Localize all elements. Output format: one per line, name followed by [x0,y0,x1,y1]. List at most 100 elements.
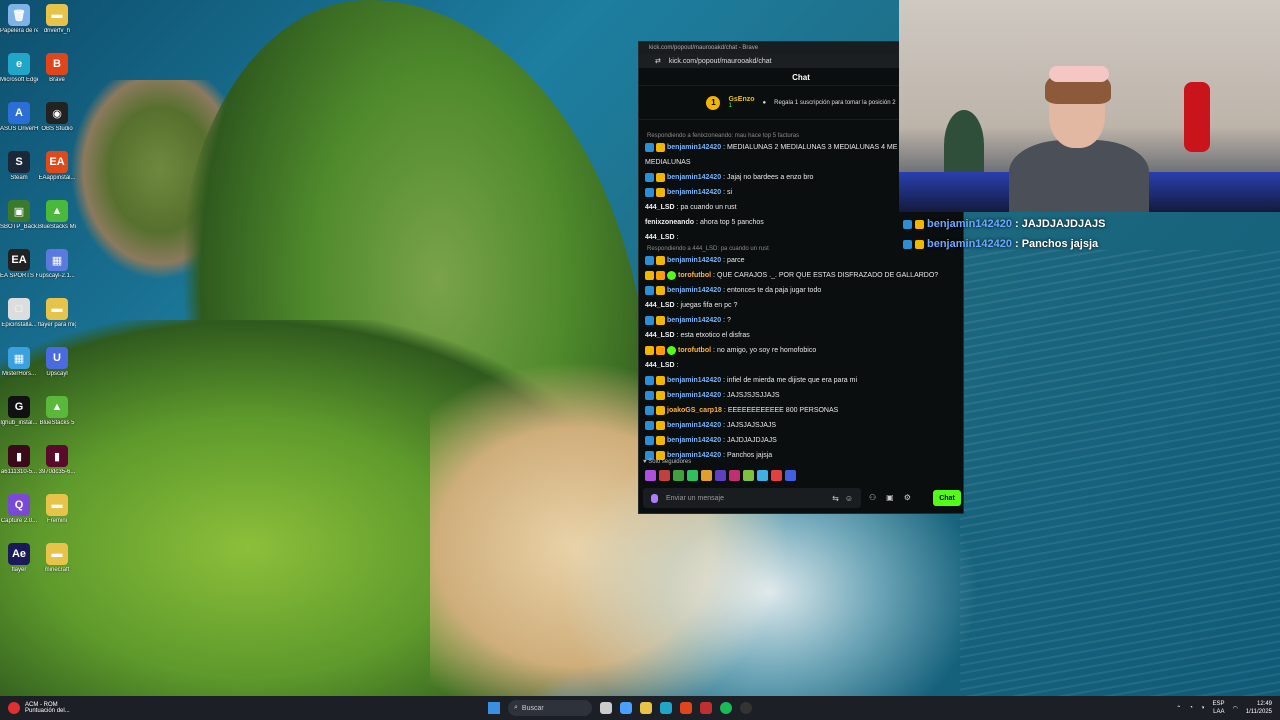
taskbar-search[interactable]: ⌕ Buscar [508,700,592,716]
desktop-icon[interactable]: ▬ Fremini [38,494,76,525]
desktop-icon[interactable]: e Microsoft Edge [0,53,38,84]
desktop-icon[interactable]: EA EA SPORTS FC 25 [0,249,38,280]
chat-username[interactable]: benjamin142420 [667,388,721,403]
desktop-icon[interactable]: ▮ a6111310-5... [0,445,38,476]
url-text[interactable]: kick.com/popout/maurooakd/chat [669,58,772,65]
chat-username[interactable]: 444_LSD [645,328,675,343]
desktop-icon[interactable]: S Steam [0,151,38,182]
send-chat-button[interactable]: Chat [933,490,961,506]
chat-message[interactable]: benjamin142420: parce [645,253,957,268]
wifi-icon[interactable]: ◠ [1233,705,1238,712]
desktop-icon[interactable]: Glghub_instal... [0,396,38,427]
chat-username[interactable]: torofutbol [678,268,711,283]
chat-message[interactable]: 444_LSD: esta etxotico el disfras [645,328,957,343]
chat-username[interactable]: benjamin142420 [667,185,721,200]
now-playing-widget[interactable]: ACM - ROM Puntuación del... [0,702,200,714]
site-info-icon[interactable]: ⇄ [655,57,661,65]
chat-message-input[interactable]: Enviar un mensaje ⇆ ☺ [643,488,861,508]
emote[interactable] [743,470,754,481]
chat-message[interactable]: torofutbol: no amigo, yo soy re homofobic… [645,343,957,358]
desktop-icon[interactable]: ◉ OBS Studio [38,102,76,133]
chat-message[interactable]: benjamin142420: entonces te da paja jugar… [645,283,957,298]
task-view-icon[interactable] [600,702,612,714]
search-placeholder[interactable]: Buscar [522,705,544,712]
chat-username[interactable]: fenixzoneando [645,215,694,230]
brave-icon[interactable] [680,702,692,714]
gift-prompt[interactable]: Regala 1 suscripción para tomar la posic… [774,100,895,106]
desktop-icon[interactable]: ▮ 3970dc35-6... [38,445,76,476]
emote[interactable] [673,470,684,481]
desktop-icon[interactable]: ▦ MisterHors... [0,347,38,378]
emote[interactable] [645,470,656,481]
widgets-icon[interactable] [620,702,632,714]
desktop-icon[interactable]: 🗑 Papelera de reciclaje [0,4,38,35]
chat-username[interactable]: benjamin142420 [667,170,721,185]
chat-username[interactable]: benjamin142420 [667,140,721,155]
chat-message[interactable]: benjamin142420: JAJSJAJSJAJS [645,418,957,433]
chat-username[interactable]: 444_LSD [645,358,675,373]
chat-username[interactable]: benjamin142420 [667,418,721,433]
input-placeholder[interactable]: Enviar un mensaje [666,495,724,502]
spotify-icon[interactable] [720,702,732,714]
chat-message[interactable]: benjamin142420:? [645,313,957,328]
chat-message[interactable]: 444_LSD: [645,358,957,373]
chat-message[interactable]: joakoGS_carp18: EEEEEEEEEEEE 800 PERSONAS [645,403,957,418]
emote[interactable] [687,470,698,481]
emoji-icon[interactable]: ☺ [845,494,853,503]
chat-username[interactable]: 444_LSD [645,298,675,313]
desktop-icon[interactable]: A ASUS DriverHub [0,102,38,133]
gear-icon[interactable]: ⚙ [904,493,911,502]
desktop-icon[interactable]: □ Epicinstalla... [0,298,38,329]
emote[interactable] [701,470,712,481]
gift-box-icon[interactable]: ▣ [886,493,894,502]
desktop-icon[interactable]: B Brave [38,53,76,84]
chat-message[interactable]: benjamin142420: JAJDJAJDJAJS [645,433,957,448]
chat-username[interactable]: benjamin142420 [667,373,721,388]
chat-username[interactable]: joakoGS_carp18 [667,403,722,418]
emote-bar[interactable] [645,470,796,481]
file-explorer-icon[interactable] [640,702,652,714]
chat-message[interactable]: 444_LSD: juegas fifa en pc ? [645,298,957,313]
emote[interactable] [715,470,726,481]
chat-message[interactable]: benjamin142420: JAJSJSJSJJAJS [645,388,957,403]
desktop-icon[interactable]: U Upscayl [38,347,76,378]
chevron-up-icon[interactable]: ⌃ [1176,705,1181,712]
chat-username[interactable]: 444_LSD [645,200,675,215]
desktop-icon[interactable]: ▬ flayer para miguel [38,298,76,329]
mic-icon[interactable] [651,493,658,503]
obs-icon[interactable] [740,702,752,714]
chat-username[interactable]: benjamin142420 [667,313,721,328]
chat-username[interactable]: 444_LSD [645,230,675,245]
desktop-icon[interactable]: ▬ minecraft [38,543,76,574]
desktop-icon[interactable]: Q Capture 2.0... [0,494,38,525]
language-indicator[interactable]: ESP LAA [1212,700,1224,716]
emote[interactable] [659,470,670,481]
emote[interactable] [729,470,740,481]
chat-message[interactable]: benjamin142420: infiel de mierda me dijis… [645,373,957,388]
chat-username[interactable]: benjamin142420 [667,283,721,298]
chat-username[interactable]: benjamin142420 [667,253,721,268]
volume-icon[interactable]: ◑ [1201,705,1205,711]
top-gifter-name[interactable]: GsEnzo [728,96,754,103]
desktop-icon[interactable]: ▦ upscayl-2.1... [38,249,76,280]
chat-username[interactable]: torofutbol [678,343,711,358]
app-icon[interactable] [700,702,712,714]
emote[interactable] [785,470,796,481]
chat-username[interactable]: benjamin142420 [667,433,721,448]
desktop-icon[interactable]: ▲ BlueStacks 5 [38,396,76,427]
desktop-icon[interactable]: Ae flayer [0,543,38,574]
emote[interactable] [771,470,782,481]
desktop-icon[interactable]: ▬ driverfv_h [38,4,76,35]
edge-icon[interactable] [660,702,672,714]
chat-message[interactable]: torofutbol: QUE CARAJOS ._. POR QUE ESTAS… [645,268,957,283]
desktop-icon[interactable]: ▣ SBOTP_Back... [0,200,38,231]
chat-message[interactable]: benjamin142420: Panchos jajsja [645,448,957,463]
emote[interactable] [757,470,768,481]
translate-icon[interactable]: ⇆ [832,494,839,503]
desktop-icon[interactable]: EA EAappinstal... [38,151,76,182]
clock[interactable]: 12:49 1/11/2025 [1246,700,1272,716]
start-button[interactable] [488,702,500,714]
users-icon[interactable]: ⚇ [869,493,876,502]
network-icon[interactable]: ◔ [1189,705,1193,711]
desktop-icon[interactable]: ▲ BlueStacks Multi-Insta... [38,200,76,231]
